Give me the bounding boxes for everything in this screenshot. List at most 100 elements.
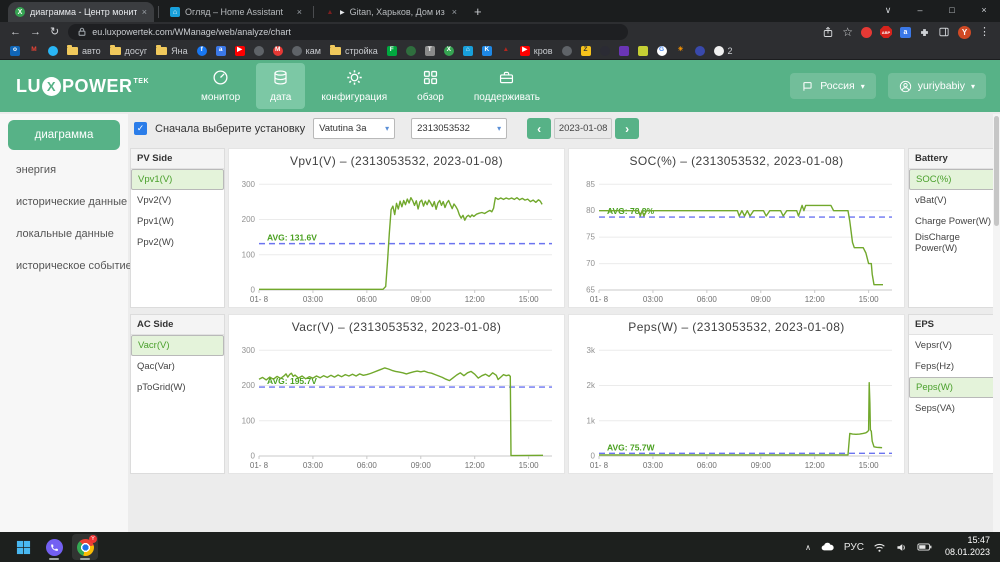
param-item[interactable]: Seps(VA) [909, 398, 997, 419]
bookmark-z-site[interactable]: Z [581, 46, 591, 56]
bookmark-globe-site-kam[interactable]: кам [292, 46, 321, 56]
bookmark-translate-site[interactable]: a [216, 46, 226, 56]
adguard-extension-icon[interactable] [861, 27, 872, 38]
reload-icon[interactable]: ↻ [50, 27, 59, 38]
param-item[interactable]: SOC(%) [909, 169, 997, 190]
maximize-button[interactable]: □ [936, 0, 968, 20]
param-item[interactable]: Feps(Hz) [909, 356, 997, 377]
soc-chart[interactable]: 657075808501- 803:0006:0009:0012:0015:00… [569, 173, 904, 307]
bookmark-outlook[interactable]: o [10, 46, 20, 56]
audio-playing-icon[interactable]: ▶ [340, 9, 345, 16]
bookmark-blue-dot-site[interactable] [695, 46, 705, 56]
nav-item-gauge[interactable]: монитор [187, 63, 254, 109]
battery-icon[interactable] [917, 542, 933, 552]
param-item[interactable]: DisCharge Power(W) [909, 232, 997, 253]
taskbar-clock[interactable]: 15:47 08.01.2023 [945, 535, 990, 558]
sidebar-item[interactable]: энергия [0, 154, 128, 186]
sidebar-item[interactable]: исторические данные [0, 186, 128, 218]
tab-close-icon[interactable]: × [452, 7, 457, 17]
bookmark-mail-site[interactable]: M [273, 46, 283, 56]
bookmark-youtube[interactable]: ▶ [235, 46, 245, 56]
bookmark-home-assistant[interactable]: ⌂ [463, 46, 473, 56]
scrollbar-thumb[interactable] [994, 116, 999, 226]
nav-item-briefcase[interactable]: поддерживать [460, 63, 554, 109]
start-button[interactable] [10, 534, 36, 560]
bookmark-triangle-site[interactable]: ▲ [501, 46, 511, 56]
bookmark-google[interactable]: G [657, 46, 667, 56]
station-select[interactable]: Vatutina 3a ▾ [313, 118, 395, 139]
tab-close-icon[interactable]: × [297, 7, 302, 17]
translate-extension-icon[interactable]: a [900, 27, 911, 38]
bookmark-gmail[interactable]: M [29, 46, 39, 56]
new-tab-button[interactable]: + [474, 4, 482, 19]
param-item[interactable]: Qac(Var) [131, 356, 224, 377]
param-item[interactable]: Vepsr(V) [909, 335, 997, 356]
bookmark-green-site[interactable] [406, 46, 416, 56]
browser-tab[interactable]: Xдиаграмма - Центр мониторин× [8, 2, 154, 22]
address-bar[interactable]: eu.luxpowertek.com/WManage/web/analyze/c… [68, 24, 628, 40]
bookmark-folder-auto[interactable]: авто [67, 46, 101, 56]
bookmark-folder-yana[interactable]: Яна [156, 46, 187, 56]
bookmark-folder-stroyka[interactable]: стройка [330, 46, 378, 56]
bookmark-sun-site[interactable]: ☀ [676, 46, 686, 56]
bookmark-k-site[interactable]: K [482, 46, 492, 56]
param-item[interactable]: Peps(W) [909, 377, 997, 398]
bookmark-facebook[interactable]: f [197, 46, 207, 56]
bookmark-globe-site-2[interactable] [562, 46, 572, 56]
user-menu[interactable]: yuriybabiy ▾ [888, 73, 986, 99]
param-item[interactable]: pToGrid(W) [131, 377, 224, 398]
station-checkbox[interactable]: ✓ [134, 122, 147, 135]
tray-expand-icon[interactable]: ∧ [805, 543, 811, 552]
back-icon[interactable]: ← [10, 27, 21, 38]
bookmark-flashscore[interactable]: F [387, 46, 397, 56]
language-indicator[interactable]: РУС [844, 542, 864, 553]
bookmark-dark-site[interactable] [600, 46, 610, 56]
browser-menu-icon[interactable]: ⋮ [979, 27, 990, 38]
bookmark-star-icon[interactable]: ☆ [842, 26, 853, 38]
extensions-puzzle-icon[interactable] [919, 27, 930, 38]
vacr-chart[interactable]: 010020030001- 803:0006:0009:0012:0015:00… [229, 339, 564, 473]
bookmark-purple-site[interactable] [619, 46, 629, 56]
chrome-taskbar-icon[interactable]: Y [72, 534, 98, 560]
bookmark-gray-site[interactable]: T [425, 46, 435, 56]
sidebar-item[interactable]: историческое событие [0, 250, 128, 282]
bookmark-water-app[interactable] [48, 46, 58, 56]
side-panel-icon[interactable] [938, 26, 950, 38]
viber-taskbar-icon[interactable] [41, 534, 67, 560]
bookmark-folder-dosug[interactable]: досуг [110, 46, 148, 56]
adblock-extension-icon[interactable]: ABP [880, 26, 892, 38]
param-item[interactable]: Charge Power(W) [909, 211, 997, 232]
bookmark-photos-site[interactable] [638, 46, 648, 56]
wifi-icon[interactable] [873, 541, 886, 554]
sidebar-item[interactable]: локальные данные [0, 218, 128, 250]
date-field[interactable]: 2023-01-08 [554, 118, 612, 139]
next-day-button[interactable]: › [615, 118, 639, 139]
browser-tab[interactable]: ▲▶Gitan, Харьков, Дом из газоб× [318, 2, 464, 22]
browser-tab[interactable]: ⌂Огляд – Home Assistant× [163, 2, 309, 22]
bookmark-github[interactable]: 2 [714, 46, 733, 56]
sidebar-item[interactable]: диаграмма [8, 120, 120, 150]
vpv1-chart[interactable]: 010020030001- 803:0006:0009:0012:0015:00… [229, 173, 564, 307]
nav-item-database[interactable]: дата [256, 63, 305, 109]
nav-item-gear[interactable]: конфигурация [307, 63, 401, 109]
prev-day-button[interactable]: ‹ [527, 118, 551, 139]
bookmark-youtube-krov[interactable]: ▶кров [520, 46, 553, 56]
window-menu-caret[interactable]: ∨ [872, 0, 904, 20]
volume-icon[interactable] [895, 541, 908, 554]
share-icon[interactable] [822, 26, 834, 38]
param-item[interactable]: Ppv2(W) [131, 232, 224, 253]
forward-icon[interactable]: → [30, 27, 41, 38]
tab-close-icon[interactable]: × [142, 7, 147, 17]
profile-avatar[interactable]: Y [958, 26, 971, 39]
bookmark-globe-site-1[interactable] [254, 46, 264, 56]
minimize-button[interactable]: – [904, 0, 936, 20]
bookmark-luxpower[interactable]: X [444, 46, 454, 56]
param-item[interactable]: Vpv1(V) [131, 169, 224, 190]
param-item[interactable]: Ppv1(W) [131, 211, 224, 232]
param-item[interactable]: Vpv2(V) [131, 190, 224, 211]
nav-item-grid[interactable]: обзор [403, 63, 458, 109]
serial-select[interactable]: 2313053532 ▾ [411, 118, 507, 139]
region-selector[interactable]: Россия ▾ [790, 73, 875, 99]
close-button[interactable]: × [968, 0, 1000, 20]
onedrive-cloud-icon[interactable] [820, 542, 835, 552]
